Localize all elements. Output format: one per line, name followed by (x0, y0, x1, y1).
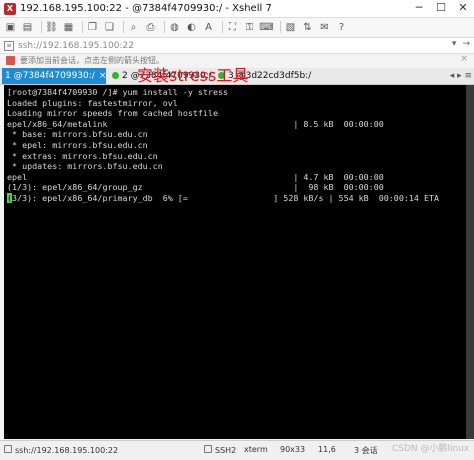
terminal-line: epel | 4.7 kB 00:00:00 (7, 171, 384, 182)
hint-close-icon[interactable]: × (460, 54, 468, 64)
close-button[interactable]: ✕ (452, 0, 474, 17)
progress-text: 3/3): epel/x86_64/primary_db 6% [= ] 528… (12, 192, 440, 203)
terminal-scrollbar[interactable] (466, 85, 474, 439)
chat-icon[interactable]: ✉ (318, 21, 331, 34)
bookmark-icon[interactable] (6, 55, 15, 65)
toolbar: ▣ ▤ ⛓ ▦ ❐ ❏ ⌕ ⎙ ◍ ◐ A ⛶ ⚿ ⌨ ▧ ⇅ ✉ ? (0, 18, 474, 36)
toolbar-separator (164, 21, 165, 33)
maximize-button[interactable]: ☐ (430, 0, 452, 17)
terminal-line: (1/3): epel/x86_64/group_gz | 98 kB 00:0… (7, 182, 384, 193)
toolbar-separator (82, 21, 83, 33)
globe-icon[interactable]: ◍ (168, 21, 181, 34)
terminal[interactable]: [root@7384f4709930 /]# yum install -y st… (4, 85, 466, 439)
transfer-icon[interactable]: ⇅ (301, 21, 314, 34)
help-icon[interactable]: ? (335, 21, 348, 34)
status-terminal-type: xterm (244, 445, 268, 454)
fullscreen-icon[interactable]: ⛶ (226, 21, 239, 34)
terminal-line: [root@7384f4709930 /]# yum install -y st… (7, 87, 229, 97)
tab-label: 1 @7384f4709930:/ (5, 71, 95, 81)
connected-status-icon (112, 72, 119, 79)
tab-session-1[interactable]: 1 @7384f4709930:/ × (2, 68, 106, 84)
dropdown-icon[interactable]: ▾ (452, 39, 457, 49)
address-bar: ≡ ssh://192.168.195.100:22 ▾ → (0, 37, 474, 54)
terminal-progress-line: (3/3): epel/x86_64/primary_db 6% [= ] 52… (7, 192, 466, 204)
toolbar-separator (222, 21, 223, 33)
toolbar-separator (123, 21, 124, 33)
terminal-line: * base: mirrors.bfsu.edu.cn (7, 129, 148, 140)
font-icon[interactable]: A (202, 21, 215, 34)
window-title: 192.168.195.100:22 - @7384f4709930:/ - X… (20, 3, 272, 14)
annotation-label: 安装stress工具 (137, 66, 249, 85)
lock-icon (4, 445, 12, 453)
go-arrow-icon[interactable]: → (462, 39, 470, 49)
xshell-logo-icon: X (4, 2, 16, 15)
address-book-icon[interactable]: ≡ (4, 40, 14, 51)
keyboard-icon[interactable]: ⌨ (259, 21, 273, 34)
status-position: 11,6 (318, 445, 336, 454)
status-connection: ssh://192.168.195.100:22 (4, 445, 118, 455)
terminal-line: * epel: mirrors.bfsu.edu.cn (7, 139, 148, 150)
properties-icon[interactable]: ▦ (62, 21, 75, 34)
terminal-line: Loading mirror speeds from cached hostfi… (7, 108, 218, 119)
window-controls: ─ ☐ ✕ (408, 0, 474, 17)
open-folder-icon[interactable]: ▤ (21, 21, 34, 34)
script-icon[interactable]: ▧ (284, 21, 297, 34)
watermark: CSDN @小鹏linux (392, 444, 470, 454)
terminal-line: * extras: mirrors.bfsu.edu.cn (7, 150, 158, 161)
toolbar-separator (41, 21, 42, 33)
status-protocol: SSH2 (204, 445, 236, 455)
terminal-line: * updates: mirrors.bfsu.edu.cn (7, 161, 163, 172)
title-bar: X 192.168.195.100:22 - @7384f4709930:/ -… (0, 0, 474, 18)
terminal-line: Loaded plugins: fastestmirror, ovl (7, 97, 178, 108)
address-controls: ▾ → (452, 39, 470, 49)
paste-icon[interactable]: ❏ (103, 21, 116, 34)
color-scheme-icon[interactable]: ◐ (185, 21, 198, 34)
new-session-icon[interactable]: ▣ (4, 21, 17, 34)
tab-scroll-arrows[interactable]: ◂ ▸ ≡ (450, 68, 472, 84)
tab-close-icon[interactable]: × (99, 71, 107, 81)
print-icon[interactable]: ⎙ (144, 21, 157, 34)
lock-icon[interactable]: ⚿ (243, 21, 256, 34)
search-icon[interactable]: ⌕ (127, 21, 140, 34)
status-sessions: 3 会话 (354, 446, 378, 455)
address-input[interactable]: ssh://192.168.195.100:22 (18, 41, 134, 51)
link-icon[interactable]: ⛓ (45, 21, 58, 34)
terminal-line: epel/x86_64/metalink | 8.5 kB 00:00:00 (7, 118, 384, 129)
toolbar-separator (280, 21, 281, 33)
status-size: 90x33 (280, 445, 306, 454)
copy-icon[interactable]: ❐ (86, 21, 99, 34)
lock-icon (204, 445, 212, 453)
minimize-button[interactable]: ─ (408, 0, 430, 17)
